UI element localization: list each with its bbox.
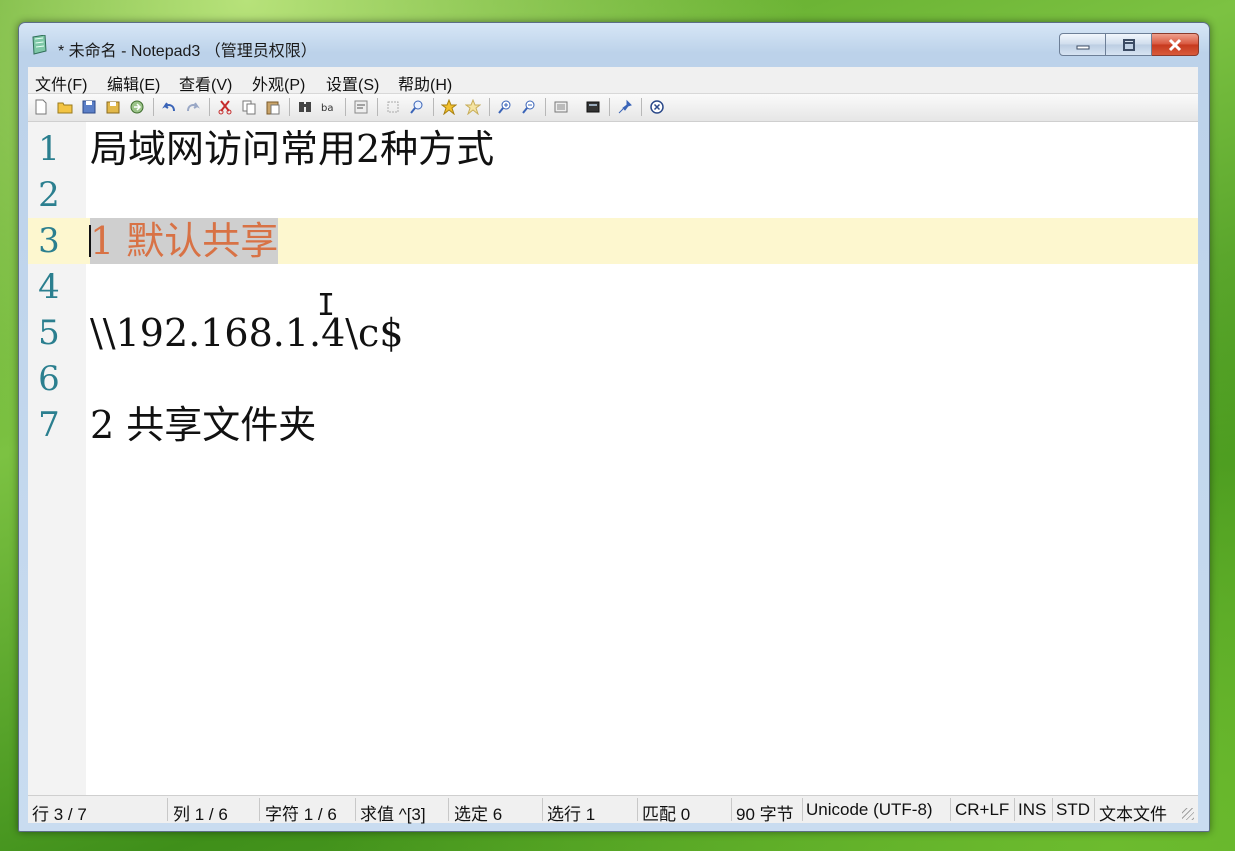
editor-line: 1 局域网访问常用2种方式 [28,126,1198,172]
current-line: 3 1 默认共享 [28,218,1198,264]
line-text: 局域网访问常用2种方式 [90,127,495,171]
always-on-top-icon[interactable] [617,99,633,115]
status-bytes: 90 字节 [736,805,794,824]
minimize-button[interactable] [1059,33,1106,56]
editor-line: 5 \\192.168.1.4\c$ [28,310,1198,356]
status-file-type[interactable]: 文本文件 [1099,800,1167,825]
copy-icon[interactable] [241,99,257,115]
line-text: \\192.168.1.4\c$ [90,311,404,355]
text-editor[interactable]: 1 局域网访问常用2种方式 2 3 1 默认共享 4 5 \\192.168.1… [28,122,1198,795]
zoom-in-icon[interactable] [497,99,513,115]
line-number: 7 [38,405,60,445]
mouse-ibeam-cursor: I [317,288,336,323]
title-bar[interactable]: * 未命名 - Notepad3 （管理员权限） [19,23,1209,67]
line-number: 6 [38,359,60,399]
line-number: 4 [38,267,60,307]
select-icon[interactable] [385,99,401,115]
zoom-out-icon[interactable] [521,99,537,115]
open-folder-icon[interactable] [57,99,73,115]
svg-text:ba: ba [321,103,333,114]
menu-bar: 文件(F) 编辑(E) 查看(V) 外观(P) 设置(S) 帮助(H) [28,67,1198,94]
add-favorite-icon[interactable] [441,99,457,115]
status-character: 字符 1 / 6 [265,805,337,824]
line-number: 2 [38,175,60,215]
status-insert-mode[interactable]: INS [1018,800,1046,820]
exit-icon[interactable] [649,99,665,115]
minimize-icon [1076,45,1089,49]
line-text: 2 共享文件夹 [90,403,317,447]
editor-line: 6 [28,356,1198,402]
menu-settings[interactable]: 设置(S) [326,71,379,95]
menu-file[interactable]: 文件(F) [35,71,87,95]
menu-view[interactable]: 查看(V) [179,71,232,95]
undo-icon[interactable] [161,99,177,115]
browse-icon[interactable] [129,99,145,115]
new-file-icon[interactable] [33,99,49,115]
word-wrap-icon[interactable] [353,99,369,115]
menu-help[interactable]: 帮助(H) [398,71,452,95]
replace-icon[interactable]: ba [321,99,337,115]
editor-line: 2 [28,172,1198,218]
selected-text: 1 默认共享 [90,218,279,264]
redo-icon[interactable] [185,99,201,115]
editor-line: 7 2 共享文件夹 [28,402,1198,448]
close-button[interactable] [1152,33,1199,56]
status-selected-lines: 选行 1 [547,805,596,824]
customize-icon[interactable] [585,99,601,115]
editor-line: 4 [28,264,1198,310]
status-eol[interactable]: CR+LF [955,800,1009,820]
notepad3-app-icon [32,35,47,55]
line-number: 1 [38,129,60,169]
save-as-icon[interactable] [105,99,121,115]
find-icon[interactable] [297,99,313,115]
schemes-icon[interactable] [553,99,569,115]
cut-icon[interactable] [217,99,233,115]
line-number: 5 [38,313,60,353]
line-number: 3 [38,221,60,261]
window-title: * 未命名 - Notepad3 （管理员权限） [58,43,317,60]
text-caret [89,225,91,257]
status-column: 列 1 / 6 [173,805,228,824]
zoom-find-icon[interactable] [409,99,425,115]
maximize-icon [1122,38,1135,51]
favorites-icon[interactable] [465,99,481,115]
status-selected: 选定 6 [454,805,503,824]
toolbar: ba [28,94,1198,122]
notepad3-window: * 未命名 - Notepad3 （管理员权限） 文件(F) 编辑(E) 查看(… [18,22,1210,832]
window-controls [1059,33,1199,56]
resize-grip[interactable] [1182,808,1194,820]
status-value: 求值 ^[3] [360,805,426,824]
save-icon[interactable] [81,99,97,115]
maximize-button[interactable] [1106,33,1152,56]
menu-appearance[interactable]: 外观(P) [252,71,305,95]
status-bar: 行 3 / 7 列 1 / 6 字符 1 / 6 求值 ^[3] 选定 6 选行… [28,795,1198,825]
status-line: 行 3 / 7 [32,805,87,824]
status-std[interactable]: STD [1056,800,1090,820]
menu-edit[interactable]: 编辑(E) [107,71,160,95]
close-icon [1168,38,1182,51]
status-encoding[interactable]: Unicode (UTF-8) [806,800,933,820]
status-matches: 匹配 0 [642,805,691,824]
paste-icon[interactable] [265,99,281,115]
